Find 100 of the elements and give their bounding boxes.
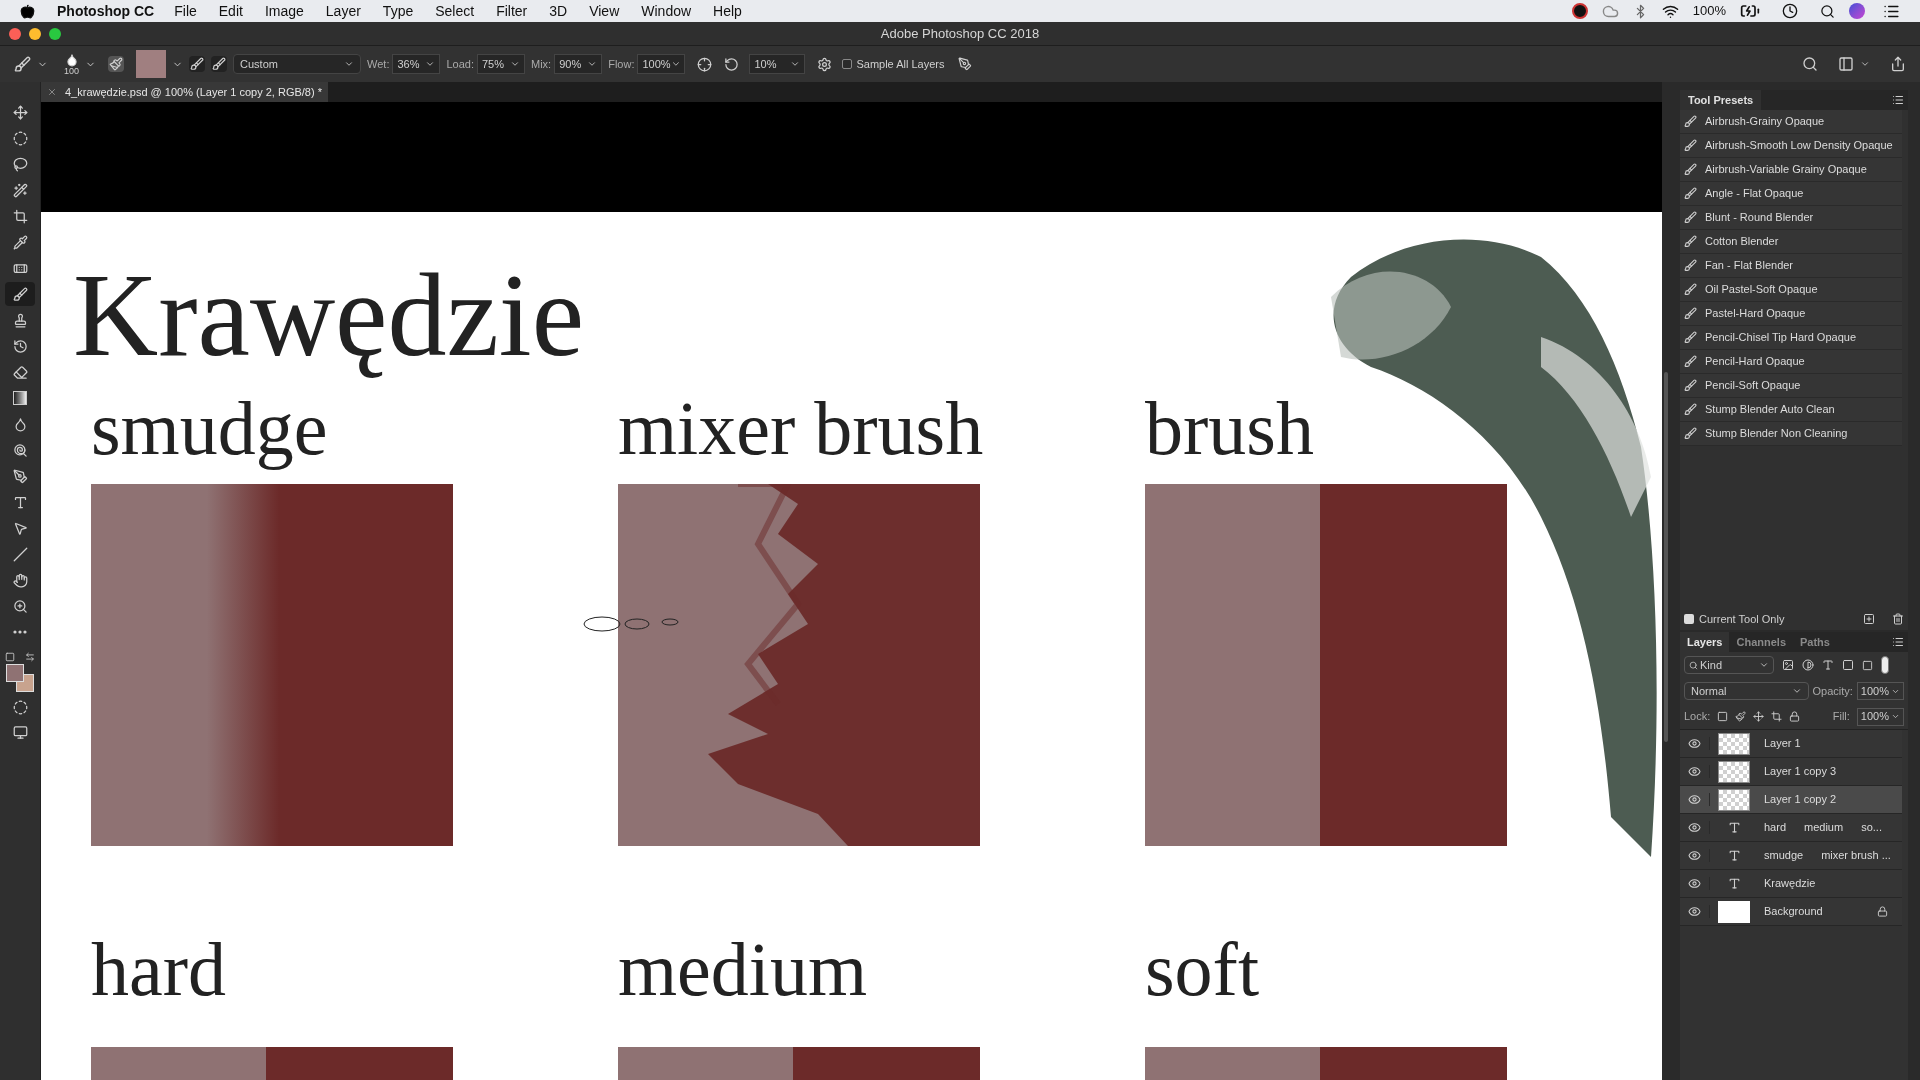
tool-preset-item[interactable]: Fan - Flat Blender	[1680, 254, 1902, 278]
tool-preset-item[interactable]: Pencil-Chisel Tip Hard Opaque	[1680, 326, 1902, 350]
menu-item[interactable]: Type	[382, 0, 414, 22]
adjustment-filter-icon[interactable]	[1802, 659, 1814, 671]
panel-tab[interactable]: Layers	[1680, 632, 1730, 652]
caret-icon[interactable]	[1860, 59, 1870, 69]
eye-icon[interactable]	[1688, 877, 1701, 890]
load-brush-icon[interactable]	[189, 56, 206, 72]
shape-filter-icon[interactable]	[1842, 659, 1854, 671]
panel-menu-icon[interactable]	[1892, 94, 1904, 106]
fill-label: Fill:	[1832, 709, 1850, 725]
panel-tab[interactable]: Paths	[1793, 632, 1837, 652]
menu-item[interactable]: Window	[641, 0, 692, 22]
menu-item[interactable]: Filter	[496, 0, 528, 22]
preset-dropdown[interactable]: Custom	[233, 54, 362, 74]
minimize-window-button[interactable]	[29, 27, 41, 40]
menu-item[interactable]: Select	[435, 0, 475, 22]
workspace-icon[interactable]	[1838, 56, 1854, 72]
eye-icon[interactable]	[1688, 821, 1701, 834]
eye-icon[interactable]	[1688, 765, 1701, 778]
color-swatches[interactable]	[6, 664, 34, 692]
panel-tab[interactable]: Tool Presets	[1680, 90, 1762, 110]
value-field[interactable]: 36%	[392, 54, 441, 74]
lock-all-icon[interactable]	[1789, 711, 1801, 722]
brush-tip-icon[interactable]	[64, 52, 79, 67]
blend-mode-dropdown[interactable]: Normal	[1684, 682, 1809, 700]
lock-pixels-icon[interactable]	[1735, 711, 1747, 722]
tool-preset-item[interactable]: Airbrush-Smooth Low Density Opaque	[1680, 134, 1902, 158]
tool-preset-item[interactable]: Stump Blender Auto Clean	[1680, 398, 1902, 422]
swap-colors-icon[interactable]	[25, 652, 35, 662]
panel-menu-icon[interactable]	[1892, 636, 1904, 648]
quick-mask-icon[interactable]	[12, 700, 28, 715]
tool-button[interactable]	[5, 282, 35, 306]
search-icon[interactable]	[1802, 56, 1818, 72]
menu-item[interactable]: Help	[713, 0, 742, 22]
image-filter-icon[interactable]	[1782, 659, 1794, 671]
value-field[interactable]: 100%	[637, 54, 686, 74]
tool-preset-item[interactable]: Pencil-Soft Opaque	[1680, 374, 1902, 398]
layer-row[interactable]: Layer 1 copy 3	[1680, 758, 1902, 786]
ellipse-marquee-icon	[12, 130, 28, 146]
layer-row[interactable]: Layer 1 copy 2	[1680, 786, 1902, 814]
tool-preset-item[interactable]: Pastel-Hard Opaque	[1680, 302, 1902, 326]
tool-preset-item[interactable]: Cotton Blender	[1680, 230, 1902, 254]
eye-icon[interactable]	[1688, 849, 1701, 862]
app-menu[interactable]: Photoshop CC	[57, 0, 155, 22]
document-tab[interactable]: 4_krawędzie.psd @ 100% (Layer 1 copy 2, RGB/8) *	[41, 82, 328, 102]
value-field[interactable]: 75%	[477, 54, 525, 74]
tool-preset-item[interactable]: Oil Pastel-Soft Opaque	[1680, 278, 1902, 302]
settings-icon[interactable]	[817, 56, 833, 72]
menu-item[interactable]: 3D	[549, 0, 568, 22]
value-field[interactable]: 90%	[554, 54, 603, 74]
layer-row[interactable]: Layer 1	[1680, 730, 1902, 758]
siri-icon[interactable]	[1849, 3, 1865, 19]
close-window-button[interactable]	[9, 27, 21, 40]
current-tool-only-checkbox[interactable]	[1684, 614, 1694, 624]
menu-item[interactable]: View	[589, 0, 620, 22]
menu-item[interactable]: Layer	[325, 0, 361, 22]
sample-all-layers-checkbox[interactable]	[842, 59, 853, 69]
caret-icon	[1891, 712, 1900, 721]
smoothing-field[interactable]: 10%	[749, 54, 806, 74]
filter-dropdown[interactable]: Kind	[1684, 656, 1774, 674]
tool-preset-item[interactable]: Airbrush-Grainy Opaque	[1680, 110, 1902, 134]
search-icon[interactable]	[1820, 3, 1835, 19]
filter-toggle[interactable]	[1881, 656, 1889, 674]
clock-icon[interactable]	[1782, 3, 1798, 19]
fill-field[interactable]: 100%	[1856, 707, 1904, 726]
lock-position-icon[interactable]	[1753, 711, 1765, 722]
tool-preset-item[interactable]: Airbrush-Variable Grainy Opaque	[1680, 158, 1902, 182]
eye-icon[interactable]	[1688, 793, 1701, 806]
layer-row[interactable]: Background	[1680, 898, 1902, 926]
screen-mode-icon[interactable]	[12, 725, 28, 740]
tool-preset-item[interactable]: Pencil-Hard Opaque	[1680, 350, 1902, 374]
tool-preset-item[interactable]: Angle - Flat Opaque	[1680, 182, 1902, 206]
brush-icon	[12, 286, 28, 302]
clean-brush-icon[interactable]	[211, 56, 228, 72]
brush-color-swatch[interactable]	[136, 50, 167, 78]
share-icon[interactable]	[1890, 56, 1906, 72]
brush-panel-icon[interactable]	[108, 56, 125, 72]
crop-icon	[12, 208, 28, 224]
angle-icon[interactable]	[724, 56, 740, 72]
trash-icon[interactable]	[1892, 613, 1904, 625]
menu-item[interactable]: File	[174, 0, 197, 22]
brush-icon[interactable]	[14, 55, 31, 73]
menu-item[interactable]: Edit	[218, 0, 243, 22]
zoom-window-button[interactable]	[49, 27, 61, 40]
menu-item[interactable]: Image	[264, 0, 304, 22]
pressure-icon[interactable]	[958, 57, 973, 71]
window-title: Adobe Photoshop CC 2018	[880, 24, 1040, 43]
panel-tab[interactable]: Channels	[1729, 632, 1793, 652]
type-filter-icon[interactable]	[1822, 659, 1834, 671]
circle-app-icon[interactable]	[1571, 3, 1588, 19]
eye-icon[interactable]	[1688, 737, 1701, 750]
close-icon[interactable]	[47, 87, 57, 97]
new-preset-icon[interactable]	[1863, 613, 1875, 625]
opacity-field[interactable]: 100%	[1856, 682, 1904, 700]
eye-icon[interactable]	[1688, 905, 1701, 918]
layer-name: Layer 1 copy 3	[1764, 764, 1837, 780]
stamp-icon	[12, 312, 28, 328]
tool-preset-item[interactable]: Stump Blender Non Cleaning	[1680, 422, 1902, 446]
tool-preset-item[interactable]: Blunt - Round Blender	[1680, 206, 1902, 230]
